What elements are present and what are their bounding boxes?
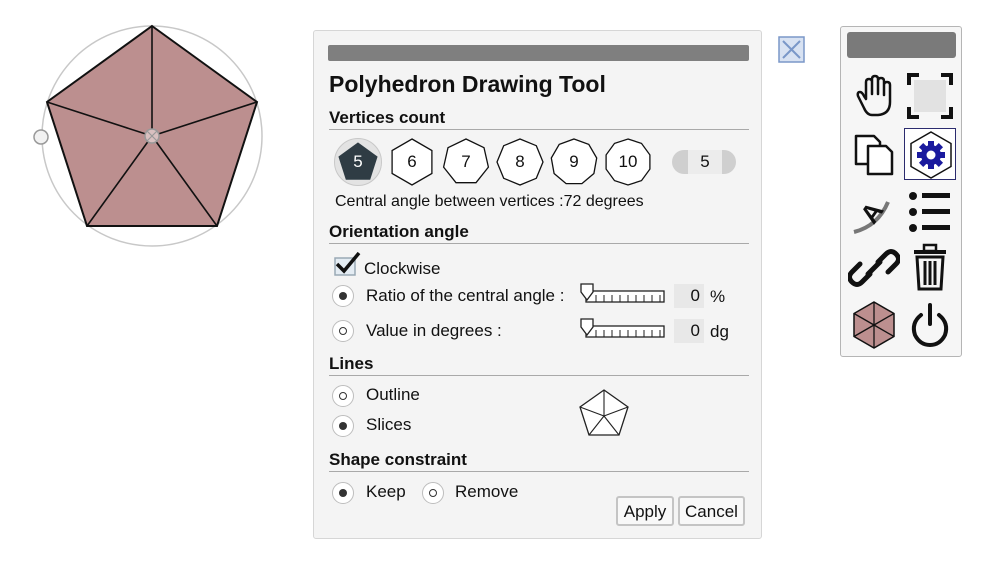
ratio-value[interactable]: 0	[674, 284, 704, 308]
vertex-counter-value[interactable]: 5	[688, 150, 722, 174]
dialog-drag-bar[interactable]	[328, 45, 749, 61]
vertex-option-label: 6	[407, 152, 417, 171]
clockwise-label: Clockwise	[364, 259, 441, 278]
lines-preview-icon	[579, 389, 629, 436]
section-orientation-angle: Orientation angle	[329, 222, 749, 244]
polyhedron-dialog: Polyhedron Drawing Tool Vertices count 5…	[313, 30, 762, 539]
vertex-option-label: 5	[353, 152, 363, 171]
outline-radio[interactable]	[332, 385, 354, 407]
ratio-radio[interactable]	[332, 285, 354, 307]
section-lines: Lines	[329, 354, 749, 376]
ratio-slider[interactable]	[580, 283, 666, 305]
fullscreen-icon[interactable]	[904, 70, 956, 122]
slices-radio[interactable]	[332, 415, 354, 437]
vertex-option-label: 9	[569, 152, 579, 171]
center-handle[interactable]	[144, 128, 160, 144]
slices-label: Slices	[366, 415, 412, 434]
toolbar-drag-handle[interactable]	[847, 32, 956, 58]
polyhedron-icon[interactable]	[848, 299, 900, 351]
slider-track-icon	[580, 318, 665, 338]
power-icon[interactable]	[904, 299, 956, 351]
close-icon[interactable]	[778, 36, 805, 63]
drawing-canvas[interactable]	[0, 0, 300, 260]
vertex-option-10[interactable]: 10	[604, 138, 652, 186]
vertex-option-9[interactable]: 9	[550, 138, 598, 186]
trash-icon[interactable]	[904, 242, 956, 294]
vertex-option-8[interactable]: 8	[496, 138, 544, 186]
section-vertices-count: Vertices count	[329, 108, 749, 130]
slider-track-icon	[580, 283, 665, 303]
duplicate-icon[interactable]	[848, 128, 900, 180]
dialog-title: Polyhedron Drawing Tool	[329, 71, 606, 97]
vertex-option-7[interactable]: 7	[442, 138, 490, 186]
degrees-value[interactable]: 0	[674, 319, 704, 343]
vertex-option-5[interactable]: 5	[334, 138, 382, 186]
cancel-button[interactable]: Cancel	[678, 496, 745, 526]
hand-icon[interactable]	[848, 70, 900, 122]
degrees-unit: dg	[710, 322, 729, 341]
vertex-option-label: 10	[618, 152, 638, 171]
remove-radio[interactable]	[422, 482, 444, 504]
text-arc-icon[interactable]: A	[848, 186, 900, 238]
toolbar: A	[840, 26, 962, 357]
apply-button[interactable]: Apply	[616, 496, 674, 526]
outline-label: Outline	[366, 385, 420, 404]
keep-label: Keep	[366, 482, 406, 501]
ratio-unit: %	[710, 287, 726, 306]
clockwise-checkbox[interactable]	[334, 251, 361, 276]
vertex-option-label: 7	[461, 152, 471, 171]
vertex-counter[interactable]: 5	[672, 150, 736, 174]
keep-radio[interactable]	[332, 482, 354, 504]
central-angle-text: Central angle between vertices :72 degre…	[335, 193, 644, 210]
link-icon[interactable]	[848, 242, 900, 294]
list-icon[interactable]	[904, 186, 956, 238]
svg-text:A: A	[854, 196, 889, 229]
ratio-label: Ratio of the central angle :	[366, 286, 565, 305]
gear-icon[interactable]	[904, 128, 956, 180]
degrees-label: Value in degrees :	[366, 321, 502, 340]
remove-label: Remove	[455, 482, 519, 501]
section-shape-constraint: Shape constraint	[329, 450, 749, 472]
vertex-option-6[interactable]: 6	[388, 138, 436, 186]
rotation-handle[interactable]	[33, 129, 49, 145]
degrees-slider[interactable]	[580, 318, 666, 340]
degrees-radio[interactable]	[332, 320, 354, 342]
vertex-option-label: 8	[515, 152, 525, 171]
